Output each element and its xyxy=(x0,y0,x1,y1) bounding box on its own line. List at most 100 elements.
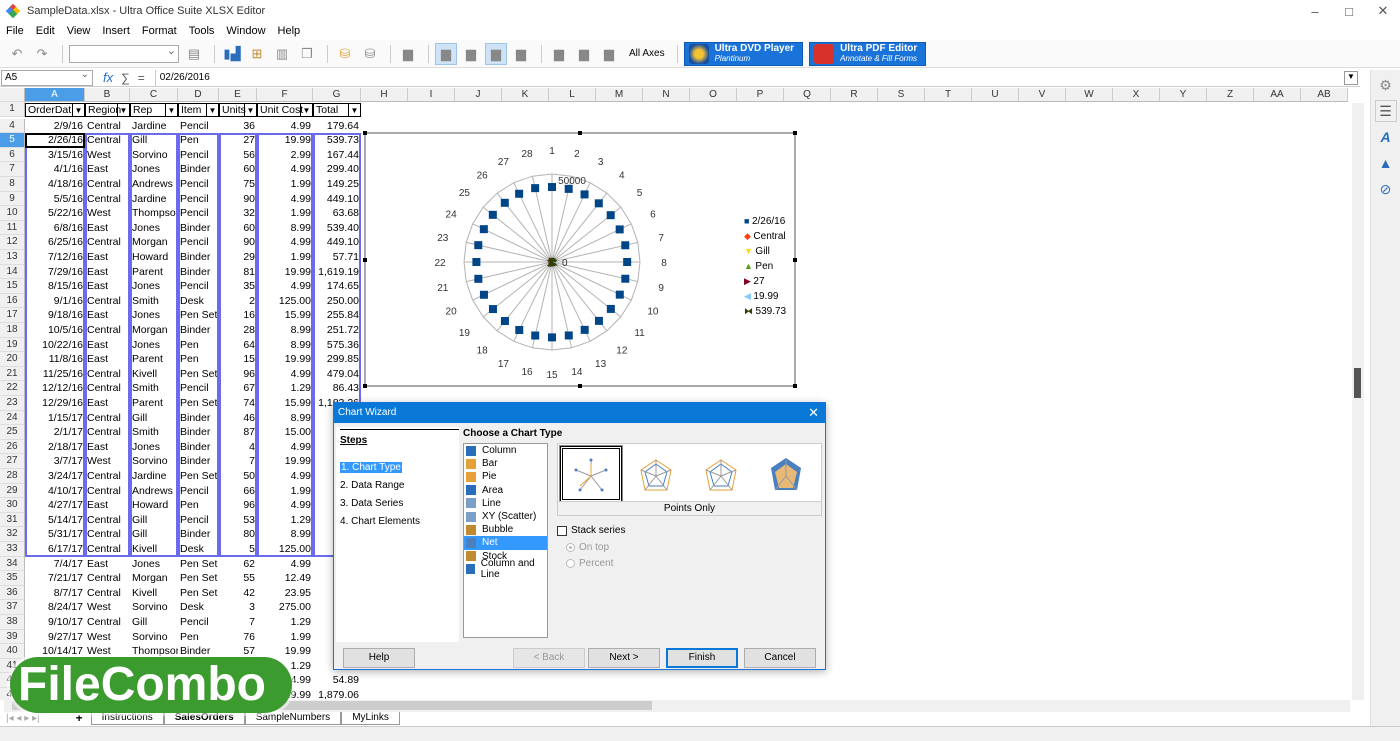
cancel-button[interactable]: Cancel xyxy=(744,648,816,668)
maximize-button[interactable]: □ xyxy=(1332,0,1366,22)
table-cell[interactable]: 96 xyxy=(219,498,257,513)
table-cell[interactable]: Pen xyxy=(178,498,219,513)
next-button[interactable]: Next > xyxy=(588,648,660,668)
table-cell[interactable]: 9/18/16 xyxy=(25,308,85,323)
table-cell[interactable]: 2 xyxy=(219,294,257,309)
sheet-tab-salesorders[interactable]: SalesOrders xyxy=(163,711,245,725)
table-cell[interactable]: 8/15/16 xyxy=(25,279,85,294)
sheet-tab-mylinks[interactable]: MyLinks xyxy=(341,711,400,725)
row-header[interactable]: 37 xyxy=(0,600,25,615)
table-cell[interactable]: 35 xyxy=(219,279,257,294)
table-cell[interactable]: Gill xyxy=(130,411,178,426)
autofilter-dropdown-icon[interactable]: ▼ xyxy=(300,104,312,116)
table-cell[interactable]: 2/9/16 xyxy=(25,119,85,134)
column-header-q[interactable]: Q xyxy=(784,88,831,102)
table-cell[interactable]: 4/18/16 xyxy=(25,177,85,192)
table-cell[interactable]: 12/29/16 xyxy=(25,396,85,411)
menu-window[interactable]: Window xyxy=(226,25,265,37)
table-cell[interactable]: 50 xyxy=(219,469,257,484)
table-cell[interactable]: East xyxy=(85,265,130,280)
column-header-y[interactable]: Y xyxy=(1160,88,1207,102)
table-cell[interactable]: Pen xyxy=(178,133,219,148)
table-cell[interactable]: 575.36 xyxy=(313,338,361,353)
table-cell[interactable]: 8.99 xyxy=(257,338,313,353)
table-cell[interactable]: 299.40 xyxy=(313,162,361,177)
table-cell[interactable]: 4.99 xyxy=(257,367,313,382)
table-cell[interactable]: 6/8/16 xyxy=(25,221,85,236)
table-cell[interactable]: 12/12/16 xyxy=(25,381,85,396)
header-cell[interactable]: Units ▼ xyxy=(219,103,257,117)
table-cell[interactable]: 4.99 xyxy=(257,498,313,513)
table-cell[interactable]: Jardine xyxy=(130,192,178,207)
menu-tools[interactable]: Tools xyxy=(189,25,215,37)
table-cell[interactable]: 76 xyxy=(219,630,257,645)
add-sheet-button[interactable]: + xyxy=(76,711,83,725)
table-cell[interactable]: 1.29 xyxy=(257,615,313,630)
column-header-n[interactable]: N xyxy=(643,88,690,102)
table-cell[interactable]: 251.72 xyxy=(313,323,361,338)
table-cell[interactable]: 87 xyxy=(219,425,257,440)
table-cell[interactable]: Jones xyxy=(130,162,178,177)
header-cell[interactable]: Total ▼ xyxy=(313,103,361,117)
table-cell[interactable]: 4.99 xyxy=(257,119,313,134)
table-cell[interactable]: Parent xyxy=(130,352,178,367)
table-cell[interactable]: 23.95 xyxy=(257,586,313,601)
table-cell[interactable]: Pencil xyxy=(178,192,219,207)
table-cell[interactable]: 1.29 xyxy=(257,381,313,396)
table-cell[interactable]: 8.99 xyxy=(257,221,313,236)
table-cell[interactable]: 15 xyxy=(219,352,257,367)
table-cell[interactable]: Central xyxy=(85,294,130,309)
chart-resize-handle[interactable] xyxy=(578,131,582,135)
table-cell[interactable]: 9/1/16 xyxy=(25,294,85,309)
properties-icon[interactable]: ☰ xyxy=(1374,100,1397,122)
row-header[interactable]: 17 xyxy=(0,308,25,323)
row-header[interactable]: 12 xyxy=(0,235,25,250)
column-header-ab[interactable]: AB xyxy=(1301,88,1348,102)
column-header-v[interactable]: V xyxy=(1019,88,1066,102)
step-chart-type[interactable]: 1. Chart Type xyxy=(340,462,402,473)
table-cell[interactable]: 5/22/16 xyxy=(25,206,85,221)
row-header[interactable]: 32 xyxy=(0,527,25,542)
chart-type-xy-scatter[interactable]: XY (Scatter) xyxy=(464,510,547,523)
row-header[interactable]: 35 xyxy=(0,571,25,586)
table-cell[interactable]: 8.99 xyxy=(257,527,313,542)
table-cell[interactable]: 5/14/17 xyxy=(25,513,85,528)
table-cell[interactable]: Pen Set xyxy=(178,308,219,323)
table-cell[interactable]: Jones xyxy=(130,557,178,572)
redo-icon[interactable]: ↷ xyxy=(31,43,53,65)
table-cell[interactable]: 10/5/16 xyxy=(25,323,85,338)
row-header[interactable]: 34 xyxy=(0,556,25,572)
table-cell[interactable]: Parent xyxy=(130,265,178,280)
table-cell[interactable]: Pencil xyxy=(178,615,219,630)
y-axis-icon[interactable]: ▆ xyxy=(573,43,595,65)
table-cell[interactable]: Pencil xyxy=(178,381,219,396)
row-header[interactable]: 22 xyxy=(0,381,25,396)
close-window-button[interactable]: ✕ xyxy=(1366,0,1400,22)
header-cell[interactable]: OrderDat ▼ xyxy=(25,103,85,117)
table-cell[interactable]: 7/29/16 xyxy=(25,265,85,280)
column-header-r[interactable]: R xyxy=(831,88,878,102)
table-cell[interactable]: 4 xyxy=(219,440,257,455)
table-cell[interactable]: Central xyxy=(85,542,130,557)
chart-grid-icon[interactable]: ⊞ xyxy=(246,43,268,65)
row-header[interactable]: 16 xyxy=(0,293,25,309)
table-cell[interactable]: 4.99 xyxy=(257,235,313,250)
table-cell[interactable]: Pen Set xyxy=(178,571,219,586)
table-cell[interactable]: 2/26/16 xyxy=(25,133,85,148)
dialog-close-icon[interactable]: ✕ xyxy=(808,403,819,423)
insert-legend-icon[interactable]: ▆ xyxy=(460,43,482,65)
table-cell[interactable]: 27 xyxy=(219,133,257,148)
row-header[interactable]: 6 xyxy=(0,147,25,163)
table-cell[interactable]: 5 xyxy=(219,542,257,557)
table-cell[interactable]: 57.71 xyxy=(313,250,361,265)
table-cell[interactable]: Jones xyxy=(130,440,178,455)
column-header-f[interactable]: F xyxy=(257,88,313,102)
column-header-z[interactable]: Z xyxy=(1207,88,1254,102)
menu-insert[interactable]: Insert xyxy=(102,25,130,37)
table-cell[interactable]: 67 xyxy=(219,381,257,396)
header-cell[interactable]: Rep ▼ xyxy=(130,103,178,117)
row-header[interactable]: 23 xyxy=(0,396,25,411)
row-header[interactable]: 8 xyxy=(0,177,25,192)
column-header-i[interactable]: I xyxy=(408,88,455,102)
table-cell[interactable]: Pen Set xyxy=(178,469,219,484)
